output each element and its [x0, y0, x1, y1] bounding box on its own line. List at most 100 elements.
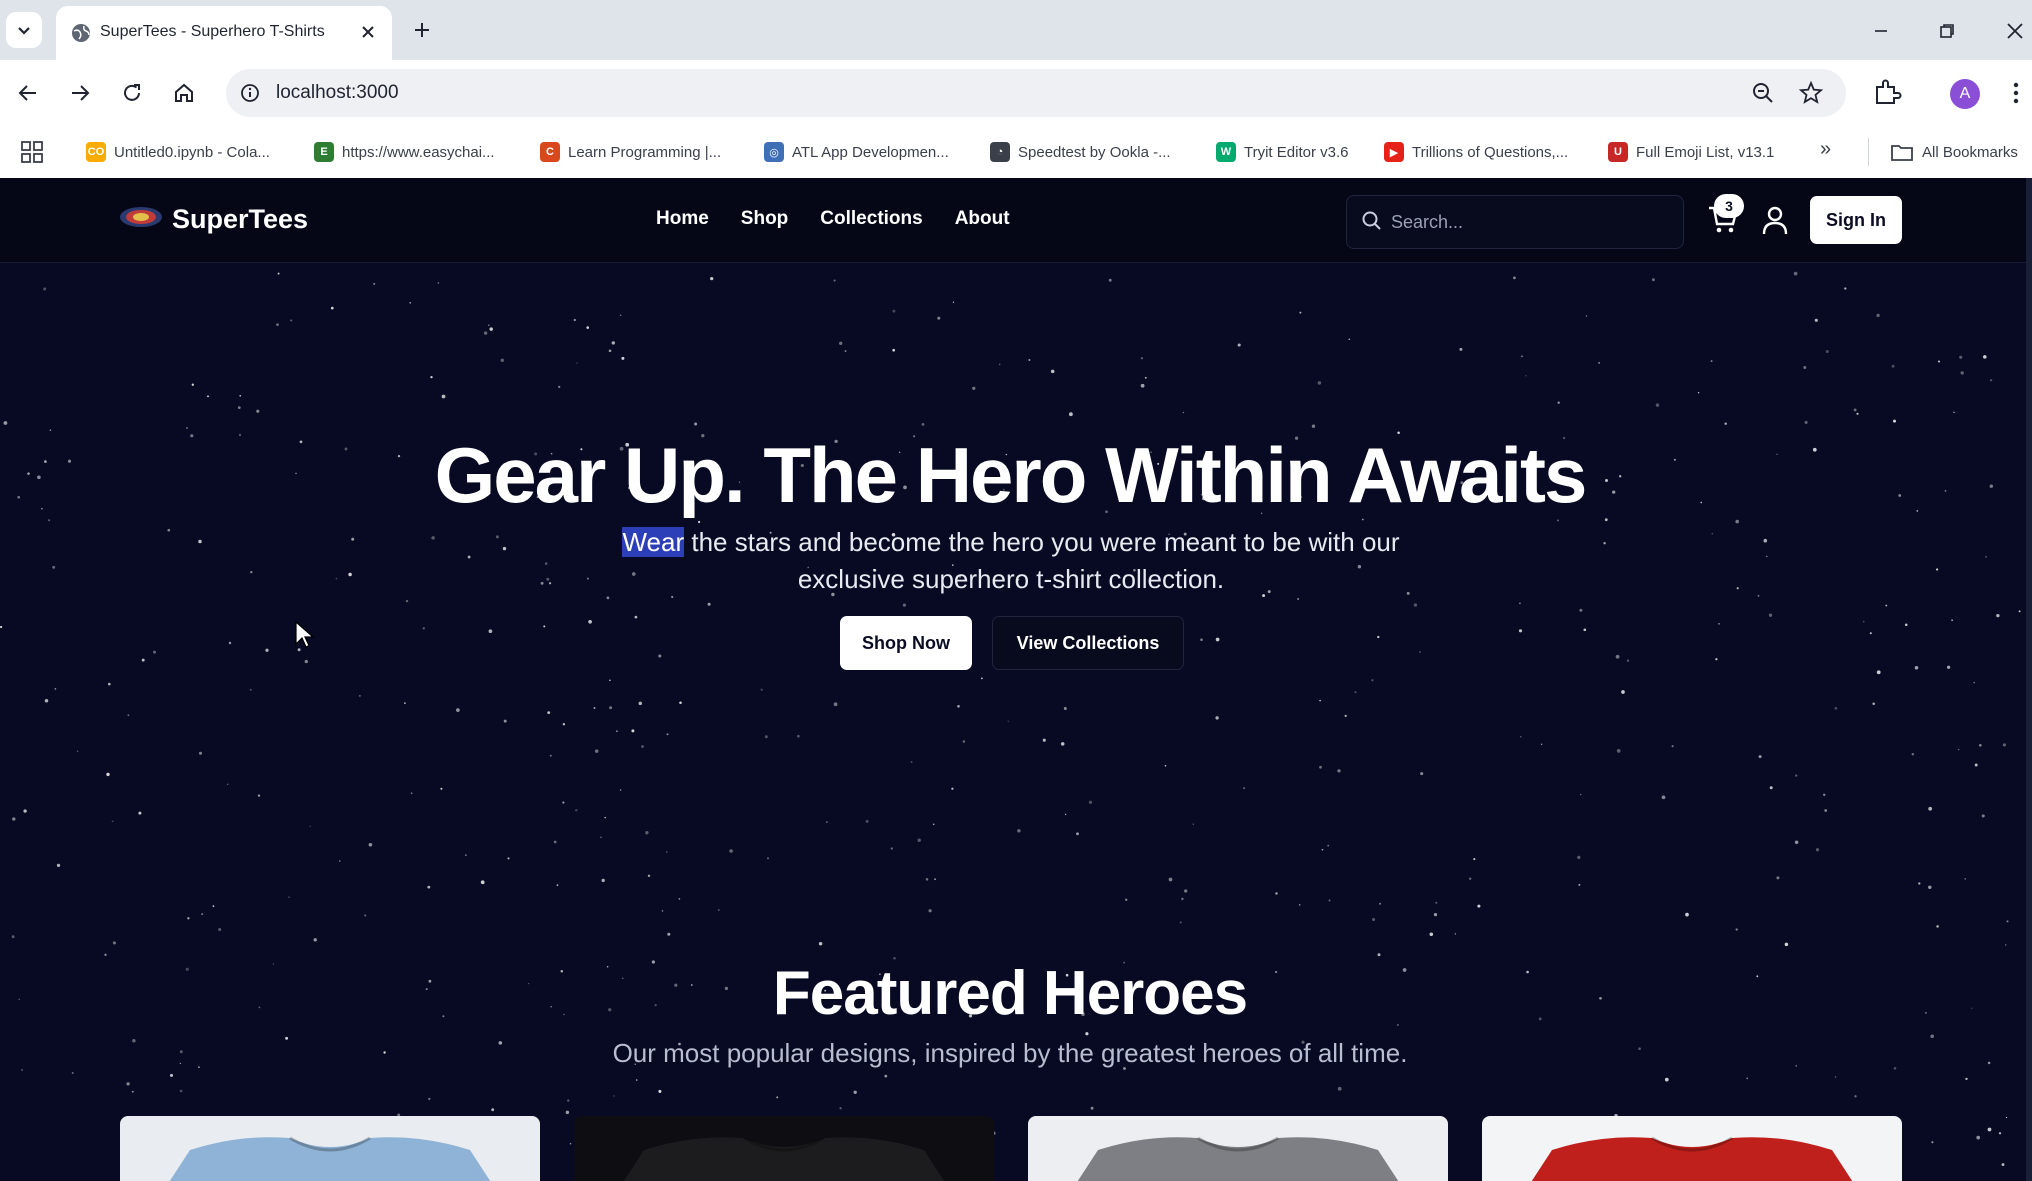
- codecademy-icon: C: [540, 142, 560, 162]
- bookmark-label: Speedtest by Ookla -...: [1018, 143, 1171, 161]
- bookmark-item[interactable]: C Learn Programming |...: [540, 140, 721, 164]
- easychair-icon: E: [314, 142, 334, 162]
- supertees-logo-icon[interactable]: [118, 204, 164, 230]
- bookmark-item[interactable]: CO Untitled0.ipynb - Cola...: [86, 140, 270, 164]
- more-vertical-icon: [2013, 82, 2019, 104]
- user-account-icon[interactable]: [1760, 204, 1790, 236]
- forward-button[interactable]: [64, 77, 96, 109]
- reload-button[interactable]: [116, 77, 148, 109]
- sign-in-button[interactable]: Sign In: [1810, 196, 1902, 244]
- browser-tab-active[interactable]: SuperTees - Superhero T-Shirts: [56, 6, 392, 60]
- arrow-left-icon: [18, 85, 36, 101]
- bookmark-item[interactable]: ▶ Trillions of Questions,...: [1384, 140, 1568, 164]
- selected-text-highlight: Wear: [622, 527, 685, 557]
- hero-title: Gear Up. The Hero Within Awaits: [434, 431, 1588, 519]
- product-card[interactable]: [1482, 1116, 1902, 1181]
- tab-title: SuperTees - Superhero T-Shirts: [100, 23, 325, 40]
- close-window-button[interactable]: [1998, 14, 2032, 48]
- site-header: SuperTees Home Shop Collections About 3 …: [0, 178, 2032, 263]
- nav-link-shop[interactable]: Shop: [741, 208, 789, 230]
- cart-count-badge: 3: [1714, 194, 1744, 218]
- arrow-right-icon: [72, 85, 90, 101]
- browser-toolbar: localhost:3000 A: [0, 60, 2032, 126]
- site-nav: Home Shop Collections About: [656, 208, 1010, 230]
- globe-icon: ◎: [764, 142, 784, 162]
- nav-link-about[interactable]: About: [955, 208, 1010, 230]
- search-icon: [1362, 211, 1381, 230]
- all-bookmarks-folder[interactable]: All Bookmarks: [1890, 140, 2018, 164]
- nav-link-home[interactable]: Home: [656, 208, 709, 230]
- restore-icon: [1940, 24, 1954, 38]
- featured-heading: Featured Heroes: [772, 959, 1248, 1028]
- product-card[interactable]: [1028, 1116, 1448, 1181]
- folder-icon: [1891, 145, 1913, 161]
- bookmark-item[interactable]: ◔ Speedtest by Ookla -...: [990, 140, 1171, 164]
- nav-link-collections[interactable]: Collections: [820, 208, 922, 230]
- bookmark-label: Learn Programming |...: [568, 143, 722, 161]
- extensions-icon[interactable]: [1872, 77, 1902, 107]
- minimize-window-button[interactable]: [1864, 14, 1898, 48]
- restore-window-button[interactable]: [1930, 14, 1964, 48]
- chevron-down-icon: [18, 27, 30, 35]
- product-card[interactable]: [574, 1116, 994, 1181]
- address-bar[interactable]: localhost:3000: [226, 69, 1846, 117]
- bookmark-label: ATL App Developmen...: [792, 143, 949, 161]
- w3schools-icon: W: [1216, 142, 1236, 162]
- more-bookmarks-chevron-icon[interactable]: »: [1820, 138, 1831, 161]
- back-button[interactable]: [12, 77, 44, 109]
- hero-subtitle-text: the stars and become the hero you were m…: [684, 527, 1400, 594]
- profile-avatar[interactable]: A: [1950, 79, 1980, 109]
- hero-subtitle: Wear the stars and become the hero you w…: [566, 524, 1456, 598]
- red-tshirt-image: [1531, 1136, 1853, 1181]
- shop-now-button[interactable]: Shop Now: [840, 616, 972, 670]
- site-info-button[interactable]: [238, 81, 262, 105]
- site-search: [1346, 195, 1684, 249]
- site-logo-text[interactable]: SuperTees: [172, 204, 308, 235]
- reload-icon: [124, 84, 140, 101]
- apps-grid-icon[interactable]: [20, 140, 44, 164]
- youtube-icon: ▶: [1384, 142, 1404, 162]
- bookmark-item[interactable]: U Full Emoji List, v13.1: [1608, 140, 1774, 164]
- bookmark-label: Trillions of Questions,...: [1412, 143, 1569, 161]
- bookmarks-divider: [1868, 138, 1869, 166]
- globe-favicon-icon: [72, 24, 90, 42]
- view-collections-button[interactable]: View Collections: [992, 616, 1184, 670]
- info-icon: [241, 84, 259, 102]
- grey-tshirt-image: [1077, 1136, 1399, 1181]
- bookmark-label: Untitled0.ipynb - Cola...: [114, 143, 270, 161]
- close-icon: [2007, 23, 2023, 39]
- bookmark-item[interactable]: ◎ ATL App Developmen...: [764, 140, 949, 164]
- mouse-cursor-icon: [295, 620, 315, 648]
- featured-subheading: Our most popular designs, inspired by th…: [612, 1038, 1408, 1068]
- bookmark-star-icon[interactable]: [1798, 80, 1824, 106]
- product-card[interactable]: [120, 1116, 540, 1181]
- browser-menu-button[interactable]: [2004, 78, 2028, 108]
- search-input[interactable]: [1389, 208, 1673, 236]
- zoom-icon[interactable]: [1750, 80, 1776, 106]
- url-text[interactable]: localhost:3000: [276, 82, 399, 104]
- colab-icon: CO: [86, 142, 106, 162]
- bookmark-label: Tryit Editor v3.6: [1244, 143, 1349, 161]
- tab-close-button[interactable]: [356, 20, 380, 44]
- speedtest-icon: ◔: [990, 142, 1010, 162]
- browser-tab-bar: SuperTees - Superhero T-Shirts: [0, 0, 2032, 60]
- unicode-icon: U: [1608, 142, 1628, 162]
- minimize-icon: [1875, 30, 1887, 32]
- bookmarks-bar: CO Untitled0.ipynb - Cola... Ehttps://www.…: [0, 126, 2032, 179]
- all-bookmarks-label: All Bookmarks: [1922, 143, 2018, 161]
- page-scrollbar[interactable]: [2026, 178, 2032, 1181]
- bookmark-item[interactable]: Ehttps://www.easychai...: [314, 140, 495, 164]
- tab-search-button[interactable]: [6, 12, 42, 48]
- home-button[interactable]: [168, 77, 200, 109]
- new-tab-button[interactable]: [408, 16, 436, 44]
- home-icon: [175, 83, 193, 102]
- close-icon: [362, 26, 374, 38]
- webpage-viewport: SuperTees Home Shop Collections About 3 …: [0, 178, 2032, 1181]
- bookmark-item[interactable]: W Tryit Editor v3.6: [1216, 140, 1348, 164]
- starfield-background: [0, 271, 2021, 1180]
- bookmark-label: https://www.easychai...: [342, 143, 495, 161]
- bookmark-label: Full Emoji List, v13.1: [1636, 143, 1775, 161]
- plus-icon: [415, 23, 429, 37]
- black-tshirt-image: [623, 1136, 945, 1181]
- light-blue-tshirt-image: [169, 1136, 491, 1181]
